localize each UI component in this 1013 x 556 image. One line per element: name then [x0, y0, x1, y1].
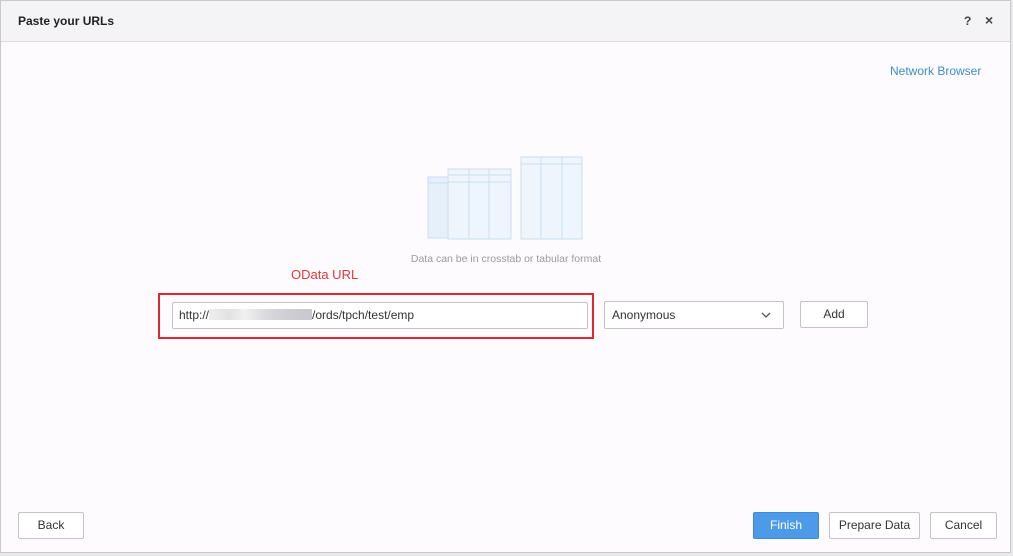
auth-type-select[interactable]: Anonymous: [604, 301, 784, 329]
annotation-label: OData URL: [291, 267, 359, 282]
url-input[interactable]: [172, 302, 588, 329]
table-illustration-icon: [427, 156, 583, 240]
dialog-title: Paste your URLs: [18, 14, 115, 28]
back-button[interactable]: Back: [18, 512, 84, 539]
add-button[interactable]: Add: [800, 301, 868, 328]
auth-type-value: Anonymous: [612, 308, 676, 322]
dialog-titlebar: Paste your URLs ? ×: [1, 1, 1010, 42]
chevron-down-icon: [761, 312, 771, 318]
network-browser-link[interactable]: Network Browser: [890, 64, 981, 78]
close-icon[interactable]: ×: [985, 12, 993, 28]
help-icon[interactable]: ?: [964, 14, 971, 28]
cancel-button[interactable]: Cancel: [930, 512, 997, 539]
finish-button[interactable]: Finish: [753, 512, 819, 539]
format-hint: Data can be in crosstab or tabular forma…: [410, 253, 602, 265]
paste-urls-dialog: Paste your URLs ? × Network Browser Data…: [0, 0, 1011, 553]
prepare-data-button[interactable]: Prepare Data: [829, 512, 920, 539]
